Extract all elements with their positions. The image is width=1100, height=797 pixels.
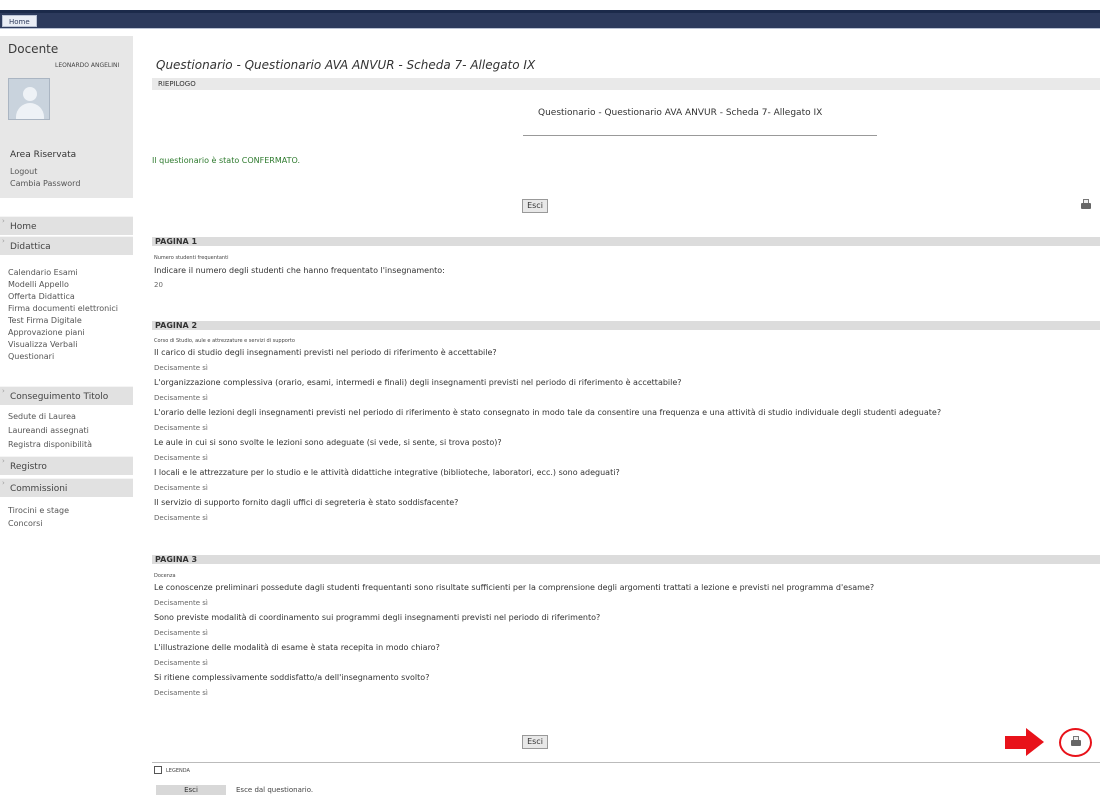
question-text: L'organizzazione complessiva (orario, es… [154,378,682,387]
sidebar-item-registra-disponibilita[interactable]: Registra disponibilità [8,440,92,449]
answer-text: Decisamente sì [154,629,208,637]
logout-link[interactable]: Logout [10,167,37,176]
question-text: I locali e le attrezzature per lo studio… [154,468,620,477]
question-text: Le conoscenze preliminari possedute dagl… [154,583,875,592]
area-riservata-box: Area Riservata Logout Cambia Password [0,146,133,198]
answer-text: Decisamente sì [154,454,208,462]
sidebar-item-offerta-didattica[interactable]: Offerta Didattica [8,292,75,301]
confirmation-message: Il questionario è stato CONFERMATO. [152,156,301,165]
section-category: Corso di Studio, aule e attrezzature e s… [154,338,295,344]
sidebar-item-modelli-appello[interactable]: Modelli Appello [8,280,69,289]
question-text: Il carico di studio degli insegnamenti p… [154,348,497,357]
top-nav-bar: Home [0,13,1100,29]
answer-text: Decisamente sì [154,394,208,402]
sidebar-item-concorsi[interactable]: Concorsi [8,519,43,528]
section-category: Docenza [154,573,176,579]
legend-icon [154,766,162,774]
sidebar-item-test-firma[interactable]: Test Firma Digitale [8,316,82,325]
red-arrow-head [1026,728,1044,756]
answer-text: Decisamente sì [154,689,208,697]
esci-button-bottom[interactable]: Esci [522,735,548,749]
red-circle-annotation [1059,728,1092,757]
footer-divider [152,762,1100,763]
answer-text: Decisamente sì [154,599,208,607]
main-content: Questionario - Questionario AVA ANVUR - … [148,30,1100,797]
answer-text: 20 [154,281,163,289]
answer-text: Decisamente sì [154,514,208,522]
home-tab[interactable]: Home [2,15,37,27]
top-banner [0,0,1100,13]
page-title: Questionario - Questionario AVA ANVUR - … [156,58,536,72]
user-name: LEONARDO ANGELINI [55,62,120,69]
sidebar-section-registro[interactable]: › Registro [0,456,133,475]
sidebar-item-questionari[interactable]: Questionari [8,352,54,361]
area-riservata-title: Area Riservata [10,150,77,160]
user-role: Docente [8,42,59,56]
printer-icon[interactable] [1080,199,1092,211]
question-text: Indicare il numero degli studenti che ha… [154,266,445,275]
question-text: L'illustrazione delle modalità di esame … [154,643,440,652]
section-category: Numero studenti frequentanti [154,255,229,261]
answer-text: Decisamente sì [154,484,208,492]
legend-title: LEGENDA [166,768,190,774]
sidebar-item-approvazione-piani[interactable]: Approvazione piani [8,328,85,337]
esci-button-top[interactable]: Esci [522,199,548,213]
sidebar-item-visualizza-verbali[interactable]: Visualizza Verbali [8,340,77,349]
question-text: Si ritiene complessivamente soddisfatto/… [154,673,430,682]
riepilogo-bar: RIEPILOGO [152,78,1100,90]
section-header-pagina-1: PAGINA 1 [152,237,1100,246]
sidebar-section-commissioni[interactable]: › Commissioni [0,478,133,497]
legend-description: Esce dal questionario. [236,786,314,794]
user-panel: Docente LEONARDO ANGELINI [0,36,133,156]
riepilogo-label: RIEPILOGO [158,80,196,88]
question-text: Sono previste modalità di coordinamento … [154,613,601,622]
sidebar-section-didattica[interactable]: › Didattica [0,236,133,255]
section-header-pagina-3: PAGINA 3 [152,555,1100,564]
sidebar-section-home[interactable]: › Home [0,216,133,235]
answer-text: Decisamente sì [154,364,208,372]
avatar [8,78,50,120]
sidebar-item-tirocini-stage[interactable]: Tirocini e stage [8,506,69,515]
sidebar-section-conseguimento-titolo[interactable]: › Conseguimento Titolo [0,386,133,405]
sidebar: Docente LEONARDO ANGELINI Area Riservata… [0,30,133,797]
questionnaire-title: Questionario - Questionario AVA ANVUR - … [538,108,823,118]
sidebar-item-laureandi-assegnati[interactable]: Laureandi assegnati [8,426,89,435]
red-arrow-annotation [1005,736,1027,749]
sidebar-item-calendario-esami[interactable]: Calendario Esami [8,268,78,277]
change-password-link[interactable]: Cambia Password [10,179,80,188]
sidebar-item-firma-documenti[interactable]: Firma documenti elettronici [8,304,118,313]
question-text: Il servizio di supporto fornito dagli uf… [154,498,459,507]
legend-esci-sample: Esci [156,785,226,795]
title-divider [523,135,877,136]
sidebar-item-sedute-laurea[interactable]: Sedute di Laurea [8,412,76,421]
answer-text: Decisamente sì [154,659,208,667]
question-text: Le aule in cui si sono svolte le lezioni… [154,438,502,447]
section-header-pagina-2: PAGINA 2 [152,321,1100,330]
question-text: L'orario delle lezioni degli insegnament… [154,408,942,417]
answer-text: Decisamente sì [154,424,208,432]
